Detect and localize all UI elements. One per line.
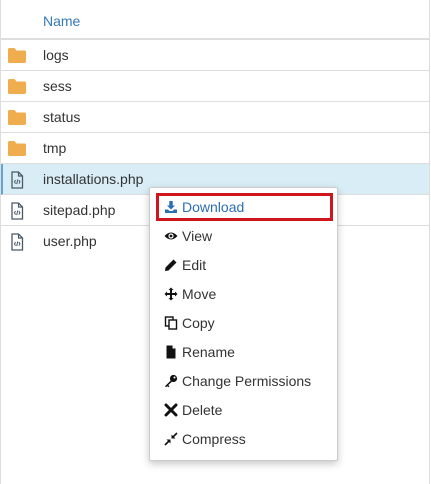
file-name: tmp [43,140,67,156]
folder-icon [7,140,27,157]
menu-item-change-permissions[interactable]: Change Permissions [156,367,333,395]
menu-item-move[interactable]: Move [156,280,333,308]
table-header: Name [1,0,429,40]
table-row[interactable]: status [1,102,429,133]
pencil-icon [164,253,178,271]
table-row[interactable]: tmp [1,133,429,164]
menu-item-view[interactable]: View [156,222,333,250]
table-row[interactable]: sess [1,71,429,102]
context-menu: Download View Edit Move Copy Rename Chan… [149,187,338,461]
download-icon [164,198,178,213]
file-name: status [43,109,81,125]
move-arrows-icon [164,282,178,301]
file-name: user.php [43,233,97,249]
folder-icon [7,109,27,126]
folder-icon [7,78,27,95]
file-manager-panel: Name logs sess status tmp installations.… [0,0,430,484]
compress-icon [164,427,178,446]
menu-item-download[interactable]: Download [156,193,333,221]
file-name: sitepad.php [43,202,116,218]
php-file-icon [7,202,27,220]
key-icon [164,369,178,388]
name-column-header[interactable]: Name [43,13,80,29]
file-name: installations.php [43,171,144,187]
menu-item-compress[interactable]: Compress [156,425,333,453]
table-row[interactable]: logs [1,40,429,71]
menu-item-edit[interactable]: Edit [156,251,333,279]
file-name: logs [43,47,69,63]
menu-item-copy[interactable]: Copy [156,309,333,337]
file-icon [164,340,178,359]
php-file-icon [7,233,27,251]
menu-item-delete[interactable]: Delete [156,396,333,424]
php-file-icon [7,171,27,189]
folder-icon [7,47,27,64]
copy-icon [164,311,178,330]
file-name: sess [43,78,72,94]
menu-item-rename[interactable]: Rename [156,338,333,366]
x-icon [164,398,178,417]
eye-icon [164,224,178,240]
